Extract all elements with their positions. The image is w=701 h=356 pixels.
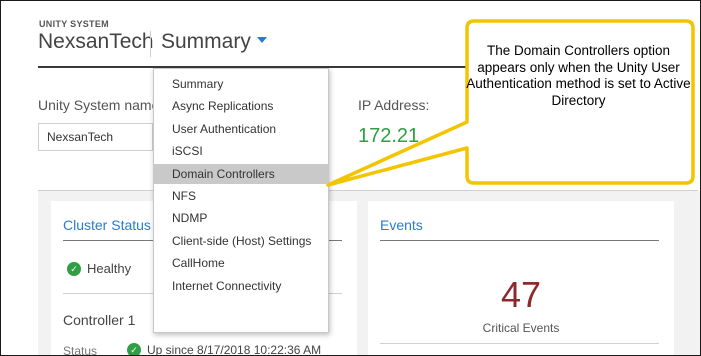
status-value: ✓ Up since 8/17/2018 10:22:36 AM (127, 342, 322, 356)
critical-events-count[interactable]: 47 (368, 274, 674, 316)
page-selector[interactable]: Summary (161, 30, 267, 54)
events-card: Events 47 Critical Events (368, 201, 674, 355)
cluster-status-title[interactable]: Cluster Status (63, 217, 151, 233)
events-title[interactable]: Events (380, 217, 423, 233)
system-name-input[interactable] (38, 123, 153, 151)
menu-item-internet-connectivity[interactable]: Internet Connectivity (154, 276, 328, 296)
header-separator (150, 31, 151, 57)
status-label: Status (63, 344, 98, 356)
callout-text: The Domain Controllers option appears on… (466, 43, 691, 108)
controller-name: Controller 1 (63, 312, 136, 328)
menu-item-nfs[interactable]: NFS (154, 186, 328, 206)
health-indicator: ✓ Healthy (67, 261, 131, 277)
menu-item-client-side-settings[interactable]: Client-side (Host) Settings (154, 231, 328, 251)
events-divider (380, 343, 659, 344)
check-circle-icon: ✓ (67, 261, 81, 276)
caret-down-icon (256, 37, 267, 44)
ip-address-value: 172.21 (358, 125, 420, 147)
check-circle-icon: ✓ (127, 342, 141, 355)
system-name: NexsanTech (38, 30, 154, 53)
menu-item-callhome[interactable]: CallHome (154, 253, 328, 273)
health-text: Healthy (87, 261, 132, 276)
menu-item-domain-controllers[interactable]: Domain Controllers (154, 163, 328, 184)
menu-item-user-authentication[interactable]: User Authentication (154, 119, 328, 139)
ip-address-label: IP Address: (358, 97, 430, 113)
page-dropdown-menu: Summary Async Replications User Authenti… (153, 68, 329, 333)
system-name-label: Unity System name (38, 97, 160, 113)
page-selector-label: Summary (161, 30, 251, 53)
card-divider (380, 240, 659, 241)
menu-item-iscsi[interactable]: iSCSI (154, 141, 328, 161)
status-text: Up since 8/17/2018 10:22:36 AM (147, 343, 322, 356)
critical-events-label: Critical Events (482, 321, 560, 335)
menu-item-ndmp[interactable]: NDMP (154, 208, 328, 228)
system-label: UNITY SYSTEM (39, 19, 109, 29)
menu-item-summary[interactable]: Summary (154, 74, 328, 94)
menu-item-async-replications[interactable]: Async Replications (154, 96, 328, 116)
